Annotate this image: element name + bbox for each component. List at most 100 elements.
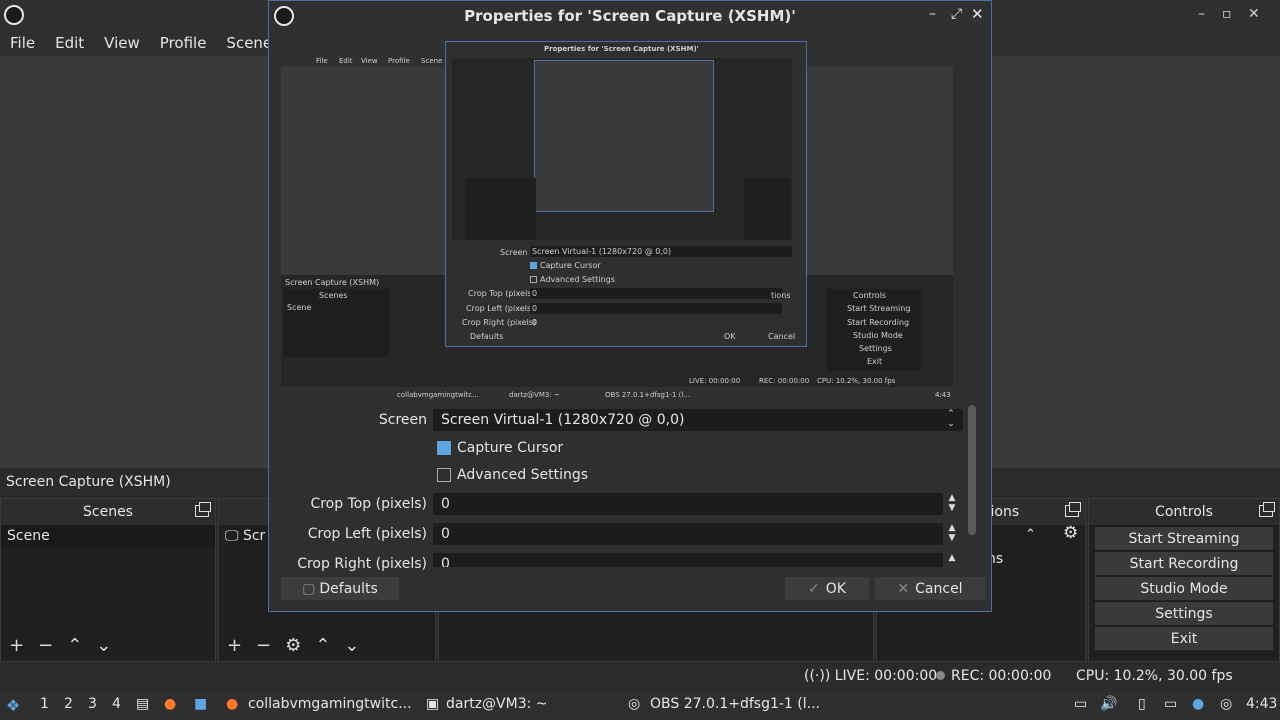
nested-cpu: CPU: 10.2%, 30.00 fps [817, 377, 896, 385]
scenes-toolbar: + − ⌃ ⌄ [1, 631, 215, 659]
workspace-1[interactable]: 1 [40, 696, 49, 712]
volume-icon[interactable]: 🔊 [1100, 696, 1117, 712]
menu-view[interactable]: View [94, 30, 150, 56]
menu-profile[interactable]: Profile [150, 30, 217, 56]
obs-tray-icon[interactable]: ◎ [1220, 696, 1232, 712]
cancel-button[interactable]: ✕ Cancel [875, 577, 985, 600]
reset-icon: ▢ [302, 580, 316, 597]
move-down-icon[interactable]: ⌄ [96, 635, 111, 656]
ok-button[interactable]: ✓ OK [785, 577, 869, 600]
network-icon[interactable]: ▭ [1164, 696, 1177, 712]
move-down-icon[interactable]: ⌄ [344, 635, 359, 656]
defaults-label: Defaults [319, 580, 378, 597]
desktop-icon[interactable]: ■ [194, 696, 207, 712]
nested-settings: Settings [859, 344, 892, 353]
start-streaming-button[interactable]: Start Streaming [1095, 527, 1273, 550]
clipboard-icon[interactable]: ▯ [1138, 696, 1146, 712]
defaults-button[interactable]: ▢ Defaults [281, 577, 399, 600]
float-dock-icon[interactable] [1065, 502, 1081, 517]
advanced-settings-checkbox[interactable] [437, 468, 451, 482]
screen-label: Screen [378, 412, 427, 428]
spinbox-arrows-icon[interactable]: ▲ ▼ [944, 523, 960, 545]
close-icon[interactable]: ✕ [1248, 6, 1260, 22]
studio-mode-button[interactable]: Studio Mode [1095, 577, 1273, 600]
advanced-settings-label[interactable]: Advanced Settings [457, 467, 588, 483]
scene-list-item[interactable]: Scene [1, 525, 215, 547]
exit-button[interactable]: Exit [1095, 627, 1273, 650]
screen-select[interactable]: Screen Virtual-1 (1280x720 @ 0,0) [433, 409, 963, 431]
menu-file[interactable]: File [0, 30, 45, 56]
remove-icon[interactable]: − [256, 635, 271, 656]
move-up-icon[interactable]: ⌃ [67, 635, 82, 656]
gear-icon[interactable]: ⚙ [285, 635, 301, 656]
properties-dialog: Properties for 'Screen Capture (XSHM)' –… [268, 0, 992, 612]
updates-icon[interactable]: ● [1192, 696, 1204, 712]
nested-studio-mode: Studio Mode [853, 331, 903, 340]
nested-nested-dialog [534, 60, 714, 212]
record-dot-icon [936, 671, 945, 680]
taskbar-firefox-window[interactable]: collabvmgamingtwitc... [248, 696, 412, 712]
form-scrollbar[interactable] [968, 405, 976, 535]
taskbar-terminal-window[interactable]: dartz@VM3: ~ [446, 696, 548, 712]
nested-terminal: dartz@VM3: ~ [509, 391, 560, 399]
float-dock-icon[interactable] [1259, 502, 1275, 517]
crop-right-input[interactable]: 0 [433, 553, 943, 567]
nested-menu-profile: Profile [388, 57, 410, 65]
nested-time: 4:43 [935, 391, 951, 399]
minimize-icon[interactable]: – [1198, 6, 1205, 22]
nested-obs: OBS 27.0.1+dfsg1-1 (l... [605, 391, 690, 399]
workspace-3[interactable]: 3 [88, 696, 97, 712]
add-icon[interactable]: + [9, 635, 24, 656]
start-menu-icon[interactable]: ❖ [6, 696, 20, 715]
source-preview: File Edit View Profile Scene Properties … [281, 39, 953, 401]
maximize-icon[interactable]: ▫ [1222, 6, 1232, 22]
terminal-icon: ▣ [426, 696, 440, 712]
clock: 4:43 [1246, 696, 1278, 712]
nested-screen-value: Screen Virtual-1 (1280x720 @ 0,0) [532, 247, 672, 256]
nested-crop-right: Crop Right (pixels) [462, 318, 537, 327]
taskbar-obs-window[interactable]: OBS 27.0.1+dfsg1-1 (l... [650, 696, 820, 712]
firefox-icon[interactable]: ● [164, 696, 176, 712]
float-dock-icon[interactable] [195, 502, 211, 517]
live-status: LIVE: 00:00:00 [834, 668, 938, 684]
disk-icon[interactable]: ▭ [1074, 696, 1087, 712]
move-up-icon[interactable]: ⌃ [315, 635, 330, 656]
crop-left-label: Crop Left (pixels) [307, 526, 427, 542]
nested-controls: Controls [853, 291, 887, 300]
gear-icon[interactable]: ⚙ [1063, 523, 1078, 543]
file-manager-icon[interactable]: ▤ [136, 696, 149, 712]
sources-item-label[interactable]: Scr [243, 528, 265, 544]
cpu-status: CPU: 10.2%, 30.00 fps [1076, 668, 1233, 684]
chevron-updown-icon[interactable]: ⌃ ⌄ [943, 409, 959, 431]
workspace-4[interactable]: 4 [112, 696, 121, 712]
x-icon: ✕ [897, 580, 910, 597]
nested-checkbox-icon [530, 262, 537, 269]
nested-cancel: Cancel [768, 332, 796, 341]
nested-defaults: Defaults [470, 332, 504, 341]
dialog-title: Properties for 'Screen Capture (XSHM)' [464, 7, 796, 25]
obs-icon: ◎ [628, 696, 641, 712]
remove-icon[interactable]: − [38, 635, 53, 656]
crop-top-input[interactable]: 0 [433, 493, 943, 515]
nested-dialog: Properties for 'Screen Capture (XSHM)' S… [445, 41, 807, 347]
capture-cursor-checkbox[interactable] [437, 441, 451, 455]
maximize-icon[interactable]: ⤢ [951, 6, 962, 22]
monitor-icon: 🖵 [225, 528, 239, 544]
menu-edit[interactable]: Edit [45, 30, 94, 56]
minimize-icon[interactable]: – [929, 6, 936, 22]
workspace-2[interactable]: 2 [64, 696, 73, 712]
chevron-updown-icon[interactable]: ⌃ [1025, 527, 1036, 542]
nested-crop-top: Crop Top (pixels) [468, 289, 535, 298]
capture-cursor-label[interactable]: Capture Cursor [457, 440, 563, 456]
spinbox-arrows-icon[interactable]: ▲ [944, 553, 960, 567]
nested-menu-view: View [361, 57, 378, 65]
controls-header: Controls [1089, 499, 1279, 525]
crop-left-input[interactable]: 0 [433, 523, 943, 545]
sources-toolbar: + − ⚙ ⌃ ⌄ [219, 631, 435, 659]
close-icon[interactable]: ✕ [971, 5, 984, 23]
rec-status: REC: 00:00:00 [951, 668, 1052, 684]
settings-button[interactable]: Settings [1095, 602, 1273, 625]
start-recording-button[interactable]: Start Recording [1095, 552, 1273, 575]
spinbox-arrows-icon[interactable]: ▲ ▼ [944, 493, 960, 515]
add-icon[interactable]: + [227, 635, 242, 656]
